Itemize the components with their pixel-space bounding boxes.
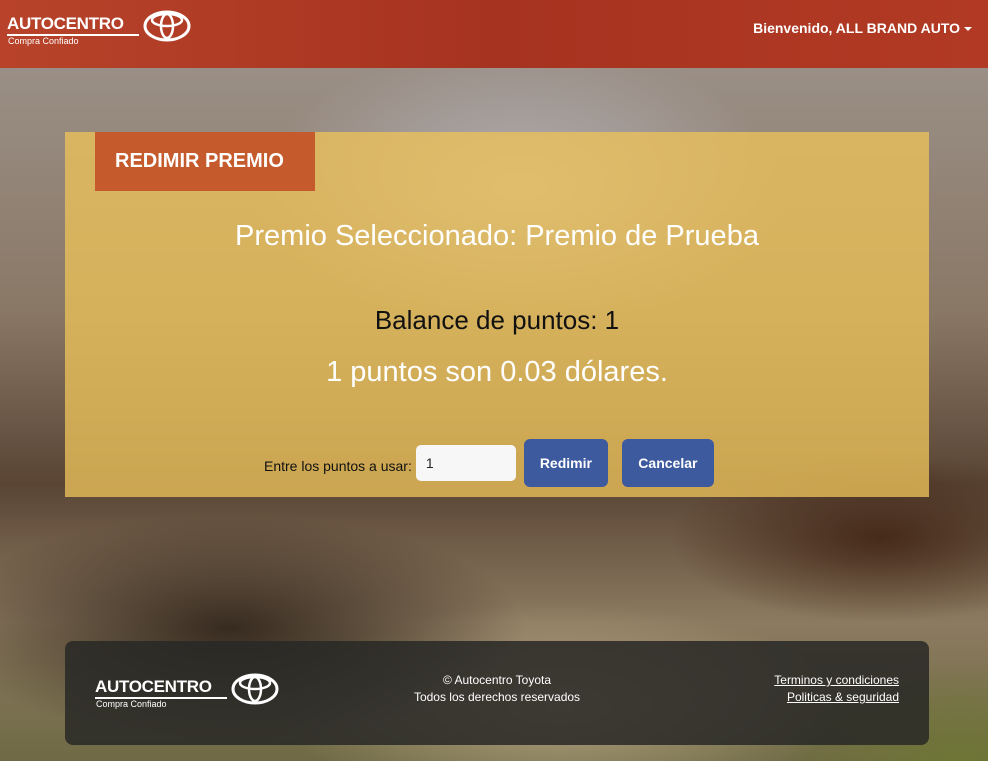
- points-balance: Balance de puntos: 1: [374, 305, 620, 335]
- header-logo[interactable]: AUTOCENTRO Compra Confiado: [7, 10, 192, 46]
- terms-link[interactable]: Terminos y condiciones: [774, 672, 899, 689]
- redeem-form: Entre los puntos a usar: Redimir Cancela…: [264, 439, 714, 487]
- cancel-button[interactable]: Cancelar: [621, 439, 714, 487]
- footer: AUTOCENTRO Compra Confiado © Autocentro …: [65, 641, 929, 745]
- user-greeting: Bienvenido, ALL BRAND AUTO: [753, 20, 960, 36]
- points-label: Entre los puntos a usar:: [264, 458, 412, 474]
- redeem-panel: REDIMIR PREMIO Premio Seleccionado: Prem…: [65, 132, 929, 497]
- panel-title: REDIMIR PREMIO: [95, 132, 315, 191]
- logo-text: AUTOCENTRO: [7, 14, 124, 33]
- user-menu-dropdown[interactable]: Bienvenido, ALL BRAND AUTO: [753, 20, 972, 36]
- points-conversion: 1 puntos son 0.03 dólares.: [326, 356, 668, 388]
- privacy-link[interactable]: Politicas & seguridad: [774, 689, 899, 706]
- toyota-emblem-icon: [143, 10, 191, 42]
- logo-subtitle: Compra Confiado: [8, 36, 79, 46]
- selected-prize: Premio Seleccionado: Premio de Prueba: [235, 220, 759, 252]
- points-input[interactable]: [415, 445, 516, 481]
- caret-down-icon: [964, 27, 972, 31]
- footer-links: Terminos y condiciones Politicas & segur…: [774, 672, 899, 706]
- redeem-button[interactable]: Redimir: [523, 439, 608, 487]
- header-bar: AUTOCENTRO Compra Confiado Bienvenido, A…: [0, 0, 988, 68]
